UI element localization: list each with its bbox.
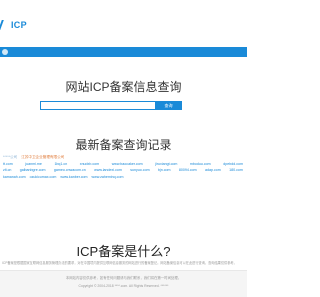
- icp-description: ICP备案是根据国家互联网信息服务管理办法的要求，对在中国境内提供互联网信息服务…: [0, 261, 247, 266]
- search-button[interactable]: 查询: [155, 101, 182, 110]
- recent-row: kamanah.com ozukicumax.com www.kanber.co…: [3, 174, 247, 181]
- icp-description-text: ICP备案是根据国家互联网信息服务管理办法的要求，对在中国境内提供互联网信息服务…: [2, 261, 237, 265]
- recent-item[interactable]: www.zaheminq.com: [92, 174, 124, 181]
- menu-icon[interactable]: [2, 49, 8, 55]
- site-footer: 本网站内容仅供参考，如有任何问题请与我们联系，我们将在第一时间处理。 Copyr…: [0, 270, 247, 297]
- site-header: ICP: [0, 0, 247, 46]
- logo-mark-icon: [0, 20, 10, 30]
- recent-item[interactable]: ozukicumax.com: [30, 174, 57, 181]
- hero-title: 网站ICP备案信息查询: [65, 80, 182, 94]
- footer-copyright: Copyright © 2004-2018 ****.com. All Righ…: [78, 284, 169, 288]
- search-input[interactable]: [40, 101, 156, 110]
- footer-note: 本网站内容仅供参考，如有任何问题请与我们联系，我们将在第一时间处理。: [65, 276, 182, 280]
- nav-bar: [0, 47, 247, 57]
- recent-records-title: 最新备案查询记录: [75, 138, 172, 152]
- search-form: 查询: [40, 101, 182, 110]
- recent-item[interactable]: www.kanber.com: [60, 174, 87, 181]
- search-hero: 网站ICP备案信息查询 查询: [0, 58, 247, 120]
- site-logo[interactable]: ICP: [0, 20, 27, 30]
- recent-item[interactable]: kamanah.com: [3, 174, 26, 181]
- icp-section-title: ICP备案是什么?: [76, 244, 171, 259]
- recent-records-list: *****公司 江苏中卫企业管理有限公司 tt.com juanmi.me 1b…: [3, 154, 247, 184]
- logo-text: ICP: [11, 20, 27, 30]
